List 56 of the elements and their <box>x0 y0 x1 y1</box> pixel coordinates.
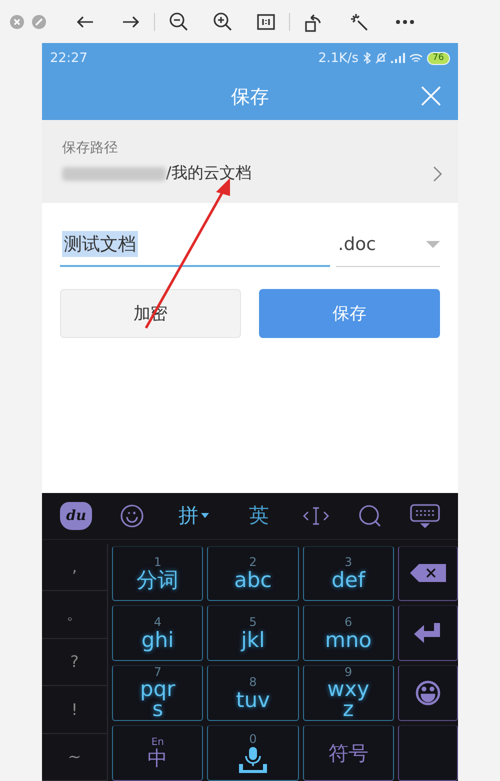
language-key[interactable]: En 中 <box>112 725 204 781</box>
keyboard-icon[interactable] <box>410 504 440 528</box>
enter-icon <box>414 623 442 644</box>
file-name-field[interactable]: 测试文档 <box>60 223 330 267</box>
save-path[interactable]: /我的云文档 <box>166 163 433 184</box>
save-path-label: 保存路径 <box>62 139 119 157</box>
network-speed: 2.1K/s <box>318 50 359 66</box>
keyboard-key[interactable]: 9 wxyz <box>302 665 394 722</box>
more-icon[interactable] <box>396 20 414 24</box>
backspace-icon <box>410 564 446 582</box>
emoji-key[interactable] <box>398 665 458 722</box>
keyboard-key[interactable]: 6 mno <box>302 605 394 662</box>
wifi-icon <box>408 52 423 64</box>
keyboard-logo[interactable]: du <box>60 502 92 530</box>
symbol-key[interactable]: ! <box>42 686 108 734</box>
dialog-title: 保存 <box>231 84 269 110</box>
close-icon[interactable] <box>420 85 442 107</box>
muted-bell-icon <box>374 52 387 64</box>
bluetooth-icon <box>362 52 371 64</box>
symbol-key[interactable]: 符号 <box>302 725 394 781</box>
dropdown-caret-icon <box>426 240 440 248</box>
chevron-right-icon[interactable] <box>433 166 442 182</box>
back-arrow-icon[interactable] <box>76 14 94 28</box>
backspace-key[interactable] <box>398 546 458 602</box>
status-time: 22:27 <box>50 50 88 66</box>
signal-icon <box>390 53 405 63</box>
input-mode-tab[interactable]: 英 <box>242 501 275 530</box>
zoom-in-icon[interactable] <box>213 12 233 32</box>
forward-arrow-icon[interactable] <box>122 14 140 28</box>
zoom-out-icon[interactable] <box>169 12 189 32</box>
rotate-icon[interactable] <box>304 12 322 32</box>
symbol-key[interactable]: ? <box>42 638 108 686</box>
input-mode-tab[interactable]: 拼 <box>172 501 215 530</box>
voice-key[interactable]: 0 <box>207 725 299 781</box>
smiley-icon[interactable] <box>120 504 144 528</box>
keyboard-key[interactable]: 7 pqrs <box>112 665 204 722</box>
blank-key[interactable] <box>398 725 458 781</box>
microphone-icon <box>238 747 268 774</box>
enter-key[interactable] <box>398 605 458 662</box>
search-icon[interactable] <box>358 504 382 528</box>
keyboard-key[interactable]: 4 ghi <box>112 605 204 662</box>
keyboard-key[interactable]: 3 def <box>302 546 394 602</box>
keyboard-key[interactable]: 5 jkl <box>207 605 299 662</box>
actual-size-icon[interactable] <box>257 14 275 30</box>
cursor-icon[interactable] <box>303 506 330 526</box>
keyboard-key[interactable]: 1 分词 <box>112 546 204 602</box>
caret-icon <box>200 512 209 519</box>
symbol-key[interactable]: ~ <box>42 734 108 781</box>
format-dropdown[interactable]: .doc <box>336 223 440 267</box>
keyboard-key[interactable]: 2 abc <box>207 546 299 602</box>
smiley-icon <box>415 680 441 706</box>
keyboard-key[interactable]: 8 tuv <box>207 665 299 722</box>
battery-level: 76 <box>426 52 450 64</box>
symbol-key[interactable]: , <box>42 544 108 591</box>
symbol-key[interactable]: 。 <box>42 591 108 638</box>
magic-wand-icon[interactable] <box>350 12 368 30</box>
